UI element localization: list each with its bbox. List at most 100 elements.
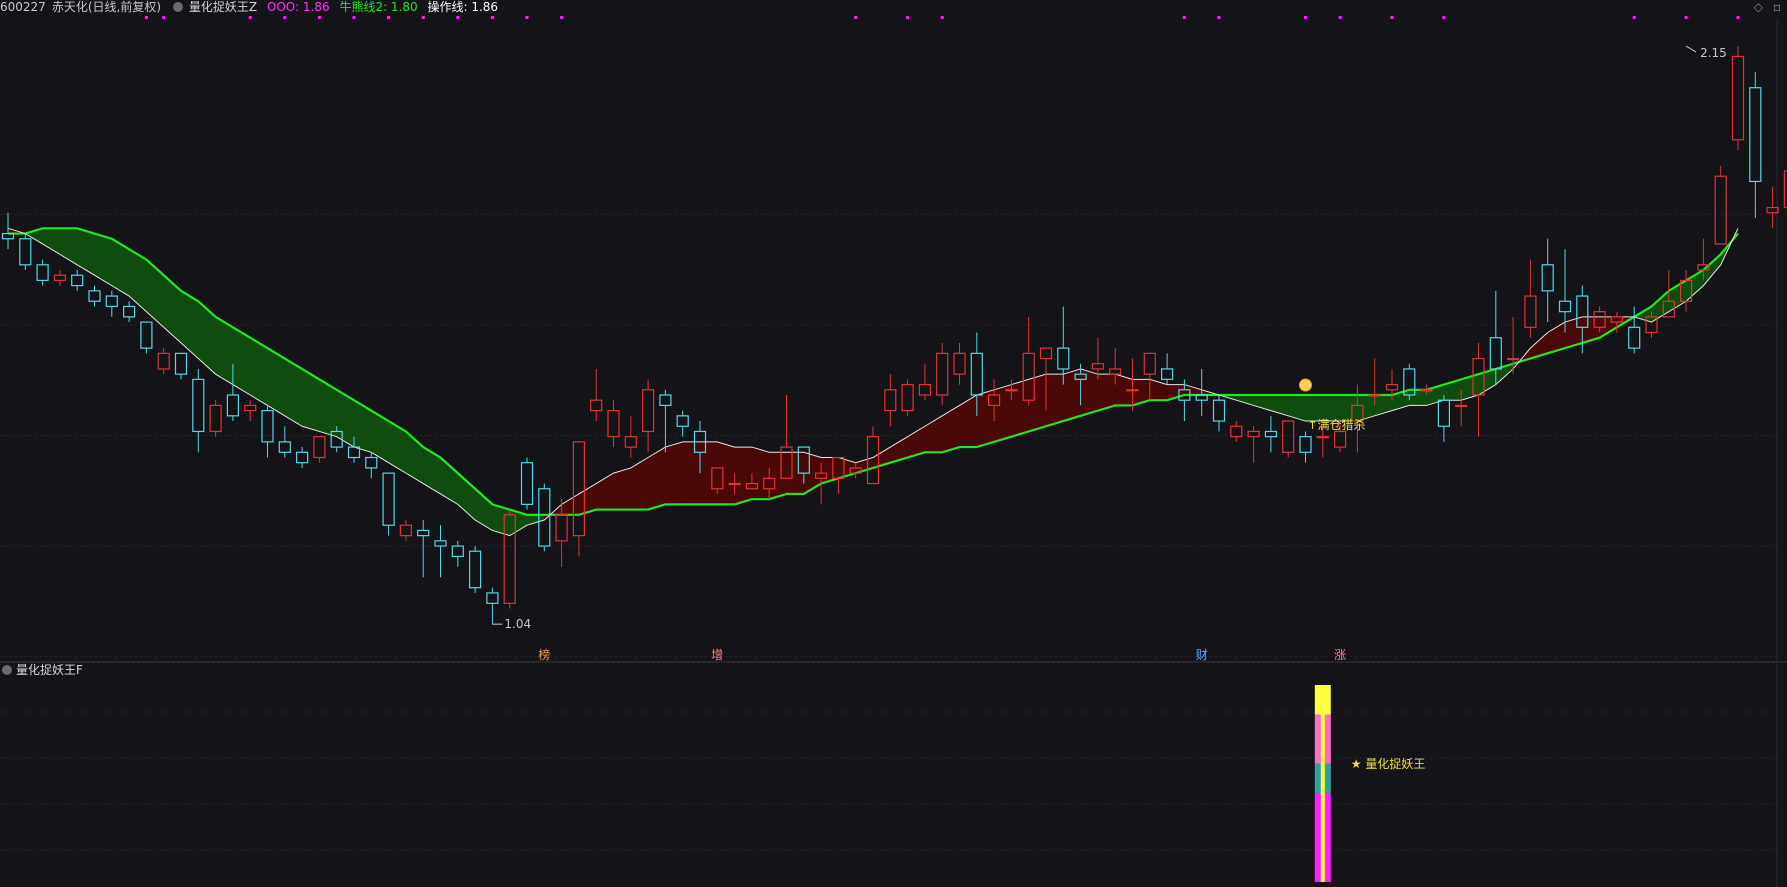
candle <box>399 520 412 541</box>
candle-body <box>365 456 378 469</box>
candle-body <box>572 441 586 537</box>
candle <box>278 426 291 458</box>
candle <box>296 447 309 468</box>
band-segment <box>613 467 631 510</box>
candle <box>1766 186 1779 229</box>
candle-body <box>1628 326 1641 349</box>
candle <box>1160 353 1174 385</box>
candle <box>1230 421 1243 442</box>
candle-body <box>1420 389 1433 392</box>
candle-body <box>296 451 309 464</box>
band-segment <box>198 301 216 375</box>
candle-body <box>1437 399 1451 427</box>
band-segment <box>959 395 977 448</box>
band-segment <box>630 457 649 510</box>
bull-bear-label: 牛熊线2: 1.80 <box>339 0 418 14</box>
candle-body <box>901 383 914 412</box>
candle-body <box>884 389 897 412</box>
candle <box>624 415 637 458</box>
candle <box>36 259 49 286</box>
indicator-name[interactable]: 量化捉妖王Z <box>189 0 257 14</box>
band-segment <box>665 441 683 505</box>
band-segment <box>267 348 285 416</box>
indicator-settings-icon[interactable] <box>172 1 183 12</box>
candle-body <box>1160 368 1174 380</box>
candle-body <box>105 295 118 308</box>
band-segment <box>77 228 95 276</box>
diamond-icon[interactable]: ◇ <box>1754 0 1763 14</box>
candle-body <box>88 290 101 302</box>
candle-body <box>1558 300 1572 313</box>
candle-body <box>244 404 257 412</box>
band-segment <box>423 447 441 494</box>
candle <box>434 525 447 578</box>
candle-body <box>1316 436 1329 439</box>
candle-body <box>590 399 603 412</box>
top-dot <box>1217 16 1221 19</box>
top-dot <box>283 16 287 19</box>
band-segment <box>1063 368 1081 422</box>
candle <box>1541 238 1554 323</box>
band-segment <box>475 488 493 531</box>
subpanel-title[interactable]: 量化捉妖王F <box>16 663 83 677</box>
candle-body <box>970 352 983 396</box>
candle <box>936 342 949 406</box>
candle-body <box>1057 347 1070 370</box>
top-dot <box>162 16 166 19</box>
marker-label: 增 <box>711 648 723 662</box>
band-segment <box>215 316 233 385</box>
candle <box>417 520 430 578</box>
band-segment <box>232 327 251 395</box>
top-dot <box>1684 16 1688 19</box>
stock-name: 赤天化 <box>51 0 88 14</box>
low-label: 1.04 <box>504 617 531 631</box>
candle <box>1264 415 1278 453</box>
marker-label: 涨 <box>1334 647 1346 662</box>
candle-body <box>1091 363 1105 370</box>
candle-body <box>1489 337 1502 370</box>
top-dot <box>1338 16 1342 19</box>
band-segment <box>561 493 579 515</box>
band-segment <box>994 384 1012 442</box>
band-segment <box>284 358 303 427</box>
star-label: ★ 量化捉妖王 <box>1351 756 1426 771</box>
band-segment <box>42 228 60 255</box>
candle <box>105 290 118 317</box>
top-dot <box>906 16 910 19</box>
top-dot <box>940 16 944 19</box>
candle-body <box>157 352 170 370</box>
band-segment <box>181 290 199 359</box>
candle-body <box>555 514 568 542</box>
candle-body <box>641 389 655 433</box>
top-dot <box>1632 16 1636 19</box>
candle-body <box>278 441 291 453</box>
menu-icon[interactable]: ▫ <box>1773 0 1781 14</box>
top-dot <box>560 16 564 19</box>
candle <box>590 368 603 422</box>
band-segment <box>1236 395 1254 406</box>
candle <box>486 587 499 625</box>
candle <box>244 400 257 422</box>
candle-body <box>1524 295 1537 328</box>
subpanel-settings-icon[interactable] <box>2 664 12 675</box>
band-segment <box>163 275 181 343</box>
top-dot <box>1182 16 1186 19</box>
candle <box>607 400 620 448</box>
candle <box>1749 72 1762 218</box>
band-segment <box>717 441 735 505</box>
candle-body <box>520 462 534 505</box>
band-segment <box>942 405 960 453</box>
candle <box>451 540 464 567</box>
candle-body <box>1143 352 1156 375</box>
candle-body <box>451 545 464 558</box>
candle-body <box>382 472 395 526</box>
band-segment <box>250 337 268 406</box>
candle-body <box>417 529 430 537</box>
signal-label: ↑满仓猎杀 <box>1308 417 1366 432</box>
top-dot <box>490 16 494 19</box>
band-segment <box>1046 374 1064 427</box>
candle <box>157 348 170 375</box>
band-segment <box>734 447 752 505</box>
top-dot <box>421 16 425 19</box>
candle-body <box>659 394 672 407</box>
